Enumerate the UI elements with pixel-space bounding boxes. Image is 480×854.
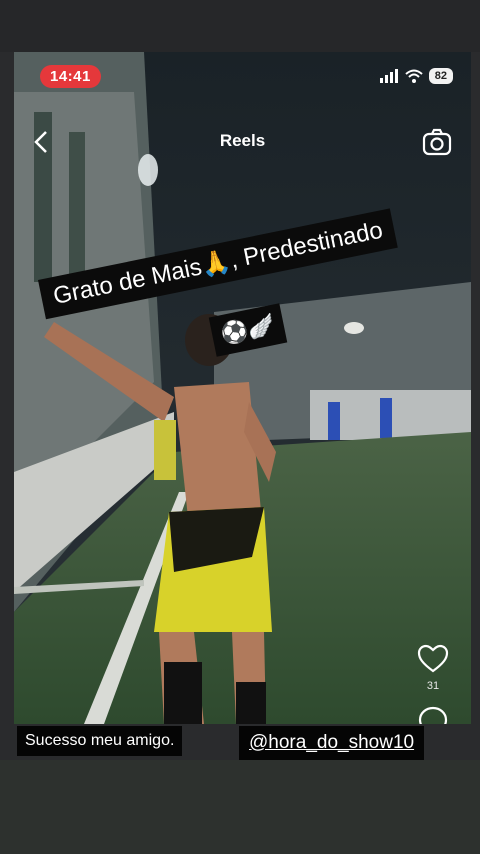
status-bar: 14:41 82 xyxy=(40,64,453,88)
reel-card[interactable]: 14:41 82 Reels Grato de Mais🙏, Predestin… xyxy=(14,52,471,724)
story-top-background xyxy=(0,0,480,52)
signal-icon xyxy=(379,69,398,83)
mention-sticker[interactable]: @hora_do_show10 xyxy=(239,726,425,760)
wifi-icon xyxy=(405,69,423,83)
reel-actions: 31 2 xyxy=(413,642,453,724)
story-text-sticker: Sucesso meu amigo. xyxy=(17,726,183,756)
like-count: 31 xyxy=(426,680,440,692)
clock-pill: 14:41 xyxy=(40,64,101,88)
comment-icon[interactable] xyxy=(416,704,450,724)
page-title: Reels xyxy=(219,131,266,150)
story-bottom-background xyxy=(0,760,480,854)
status-indicators: 82 xyxy=(379,68,453,84)
heart-icon[interactable] xyxy=(416,642,450,676)
reels-header: Reels xyxy=(14,124,471,160)
battery-indicator: 82 xyxy=(428,68,453,84)
camera-icon[interactable] xyxy=(421,126,453,158)
